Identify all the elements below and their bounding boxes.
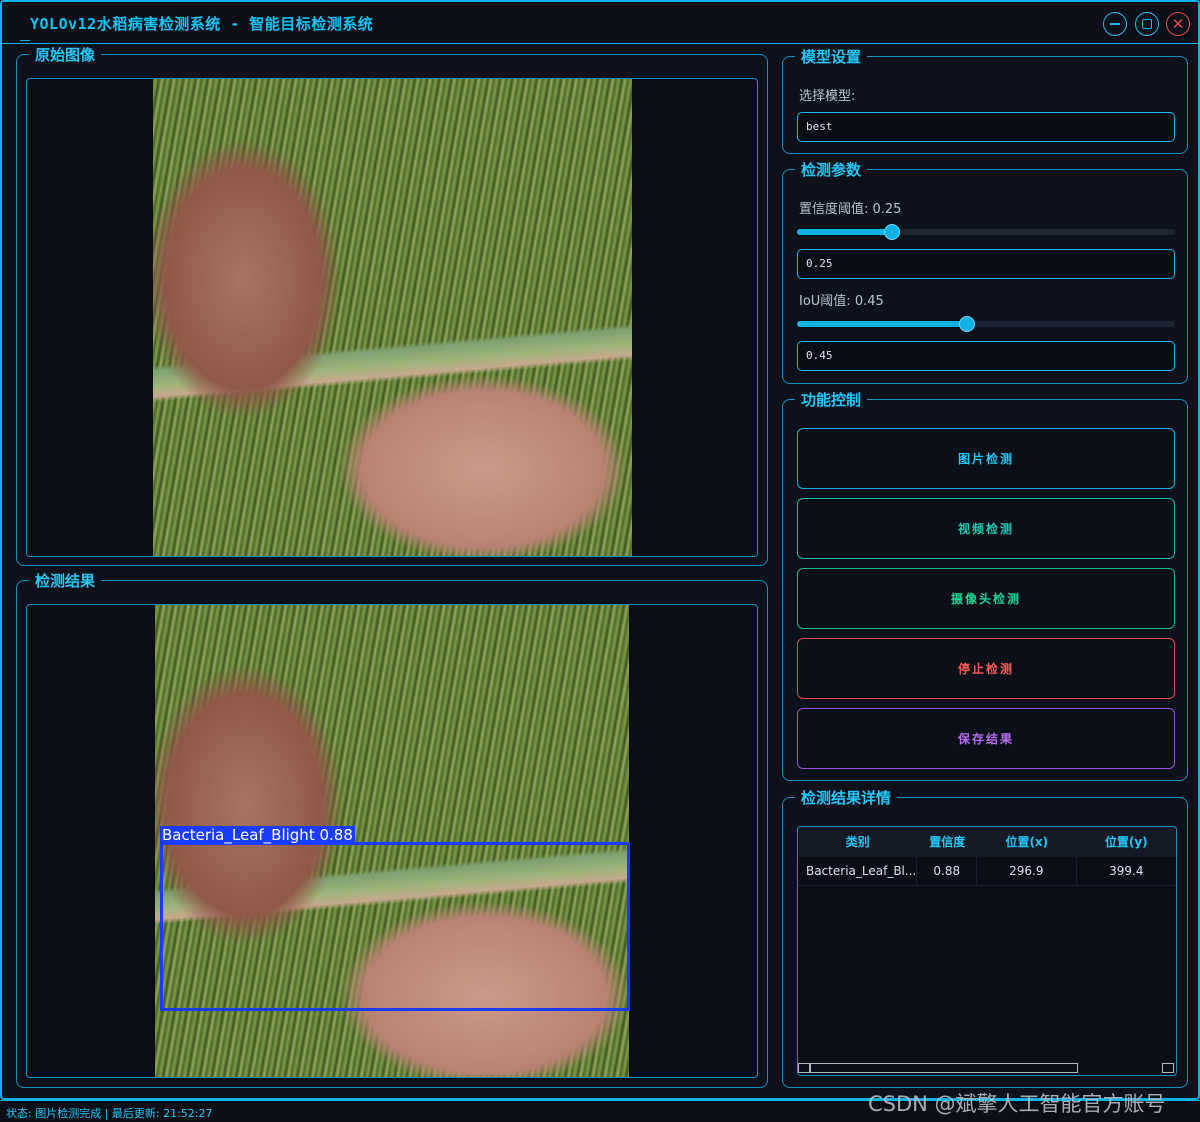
confidence-slider-handle[interactable]	[884, 224, 900, 240]
original-image-panel: 原始图像	[16, 46, 768, 566]
confidence-slider[interactable]	[797, 224, 1175, 240]
maximize-button[interactable]	[1135, 12, 1159, 36]
results-details-panel: 检测结果详情 类别 置信度 位置(x) 位置(y) Bacteria_Leaf_…	[782, 789, 1188, 1088]
stop-detect-button[interactable]: 停止检测	[797, 638, 1175, 699]
image-detect-button[interactable]: 图片检测	[797, 428, 1175, 489]
close-button[interactable]: ✕	[1166, 12, 1190, 36]
header-position-x[interactable]: 位置(x)	[977, 827, 1076, 857]
original-image	[153, 79, 632, 556]
watermark: CSDN @斌擎人工智能官方账号	[868, 1092, 1166, 1116]
cell-confidence: 0.88	[917, 857, 978, 886]
horizontal-scrollbar[interactable]	[798, 1061, 1176, 1075]
detection-result-title: 检测结果	[29, 572, 102, 590]
iou-slider[interactable]	[797, 316, 1175, 332]
maximize-icon	[1142, 19, 1152, 29]
app-window: YOLOv12水稻病害检测系统 - 智能目标检测系统 ✕ 原始图像 检测结果 B…	[0, 0, 1200, 1100]
detection-result-panel: 检测结果 Bacteria_Leaf_Blight 0.88	[16, 572, 768, 1088]
camera-detect-button[interactable]: 摄像头检测	[797, 568, 1175, 629]
controls-title: 功能控制	[795, 391, 868, 409]
iou-slider-fill	[797, 321, 967, 327]
minimize-button[interactable]	[1103, 12, 1127, 36]
model-select-label: 选择模型:	[799, 89, 856, 104]
model-settings-panel: 模型设置 选择模型: best	[782, 48, 1188, 154]
header-class[interactable]: 类别	[798, 827, 917, 857]
window-title: YOLOv12水稻病害检测系统 - 智能目标检测系统	[30, 15, 374, 33]
detection-bounding-box	[160, 842, 630, 1011]
header-position-y[interactable]: 位置(y)	[1077, 827, 1176, 857]
iou-label: IoU阈值: 0.45	[799, 294, 884, 309]
table-header: 类别 置信度 位置(x) 位置(y)	[798, 827, 1176, 857]
video-detect-button[interactable]: 视频检测	[797, 498, 1175, 559]
header-confidence[interactable]: 置信度	[917, 827, 977, 857]
original-image-title: 原始图像	[29, 46, 102, 64]
model-settings-title: 模型设置	[795, 48, 868, 66]
cell-class: Bacteria_Leaf_Bl...	[798, 857, 918, 886]
detection-params-panel: 检测参数 置信度阈值: 0.25 0.25 IoU阈值: 0.45 0.45	[782, 161, 1188, 384]
minimize-icon	[1110, 23, 1120, 25]
iou-slider-handle[interactable]	[959, 316, 975, 332]
detection-box-label: Bacteria_Leaf_Blight 0.88	[160, 826, 355, 844]
status-text: 状态: 图片检测完成 | 最后更新: 21:52:27	[6, 1107, 213, 1120]
cell-position-y: 399.4	[1109, 864, 1144, 878]
results-table: 类别 置信度 位置(x) 位置(y) Bacteria_Leaf_Bl... 0…	[797, 826, 1177, 1076]
title-bar: YOLOv12水稻病害检测系统 - 智能目标检测系统 ✕	[2, 2, 1198, 44]
scroll-right-icon[interactable]	[1162, 1063, 1174, 1073]
cell-position-x: 296.9	[977, 857, 1077, 886]
confidence-label: 置信度阈值: 0.25	[799, 202, 902, 217]
table-row[interactable]: Bacteria_Leaf_Bl... 0.88 296.9 399.4	[798, 857, 1176, 886]
close-icon: ✕	[1171, 14, 1185, 33]
scroll-left-icon[interactable]	[798, 1063, 810, 1073]
confidence-slider-fill	[797, 229, 892, 235]
detection-params-title: 检测参数	[795, 161, 868, 179]
confidence-input[interactable]: 0.25	[797, 249, 1175, 279]
original-image-frame	[26, 78, 758, 557]
controls-panel: 功能控制 图片检测 视频检测 摄像头检测 停止检测 保存结果	[782, 391, 1188, 781]
detection-image-frame: Bacteria_Leaf_Blight 0.88	[26, 604, 758, 1078]
save-result-button[interactable]: 保存结果	[797, 708, 1175, 769]
results-details-title: 检测结果详情	[795, 789, 898, 807]
title-accent	[20, 40, 30, 41]
model-select[interactable]: best	[797, 112, 1175, 142]
scrollbar-thumb[interactable]	[810, 1063, 1078, 1073]
iou-input[interactable]: 0.45	[797, 341, 1175, 371]
